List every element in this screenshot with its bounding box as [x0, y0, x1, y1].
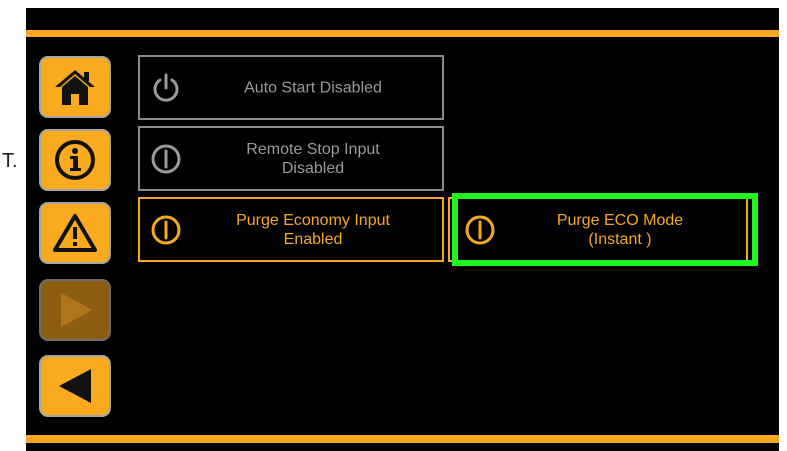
top-accent-bar — [26, 30, 779, 37]
home-icon — [55, 70, 95, 105]
info-button[interactable] — [39, 129, 111, 191]
purge-economy-tile[interactable]: Purge Economy Input Enabled — [138, 197, 444, 262]
play-icon — [61, 293, 92, 327]
back-button[interactable] — [39, 355, 111, 417]
info-icon — [55, 140, 95, 180]
power-icon — [153, 73, 179, 102]
warning-button[interactable] — [39, 202, 111, 264]
play-button — [39, 279, 111, 341]
purge-economy-label: Purge Economy Input Enabled — [236, 211, 390, 248]
highlight-box — [452, 193, 758, 266]
hmi-screen: Auto Start Disabled Remote Stop Input Di… — [26, 8, 779, 451]
auto-start-label: Auto Start Disabled — [244, 79, 382, 96]
home-button[interactable] — [39, 56, 111, 118]
remote-stop-tile[interactable]: Remote Stop Input Disabled — [138, 126, 444, 191]
toggle-off-icon — [151, 215, 181, 244]
remote-stop-label: Remote Stop Input Disabled — [246, 140, 380, 177]
stray-text: T. — [2, 150, 18, 172]
auto-start-tile[interactable]: Auto Start Disabled — [138, 55, 444, 120]
back-arrow-icon — [59, 369, 91, 403]
warning-icon — [53, 214, 97, 252]
toggle-off-icon — [151, 144, 181, 173]
bottom-accent-bar — [26, 435, 779, 443]
toggle-off-icon — [465, 215, 495, 244]
